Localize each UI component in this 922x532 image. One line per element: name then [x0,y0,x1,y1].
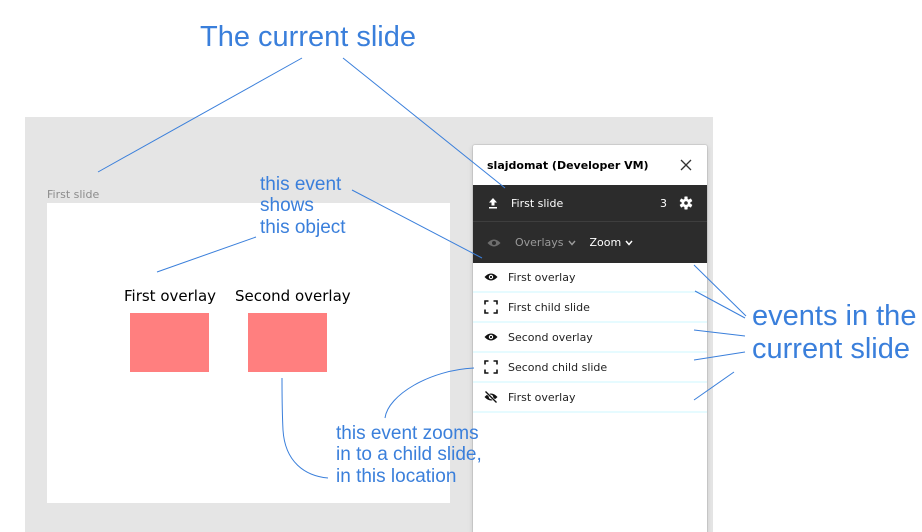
overlays-label: Overlays [515,236,564,249]
annotation-line: shows [260,195,314,217]
filter-bar: Overlays Zoom [473,222,707,263]
annotation-line: in this location [336,465,457,487]
event-row[interactable]: First child slide [473,293,707,323]
second-overlay-label[interactable]: Second overlay [235,287,351,305]
event-list: First overlay First child slide Second o… [473,263,707,413]
plugin-panel: slajdomat (Developer VM) First slide 3 O… [473,145,707,532]
event-label: Second child slide [508,360,608,374]
annotation-shows-object: this event shows this object [260,174,346,238]
event-row[interactable]: Second child slide [473,353,707,383]
annotation-title: The current slide [200,21,416,53]
event-row[interactable]: First overlay [473,263,707,293]
annotation-line: this event zooms [336,423,479,444]
panel-header: slajdomat (Developer VM) [473,145,707,185]
first-overlay-label[interactable]: First overlay [124,287,216,305]
eye-off-icon [484,390,498,404]
event-label: First child slide [508,300,590,314]
event-row[interactable]: Second overlay [473,323,707,353]
expand-icon [484,360,498,374]
zoom-dropdown[interactable]: Zoom [590,236,634,249]
annotation-line: current slide [752,333,910,366]
first-overlay-rect[interactable] [130,313,209,372]
close-icon[interactable] [679,158,693,172]
annotation-line: in to a child slide, [336,444,482,466]
annotation-line: this event [260,174,342,195]
event-label: Second overlay [508,330,593,344]
current-slide-name[interactable]: First slide [511,197,660,210]
eye-icon [484,333,498,341]
event-label: First overlay [508,390,576,404]
zoom-label: Zoom [589,236,622,249]
annotation-zoom-child: this event zooms in to a child slide, in… [336,423,482,487]
eye-icon [484,273,498,281]
expand-icon [484,300,498,314]
annotation-line: this object [260,216,346,238]
chevron-down-icon [567,240,576,246]
event-row[interactable]: First overlay [473,383,707,413]
annotation-events: events in the current slide [752,300,916,366]
annotation-line: events in the [752,300,917,332]
upload-icon[interactable] [487,197,499,209]
gear-icon[interactable] [679,196,693,210]
eye-icon[interactable] [487,238,501,248]
event-label: First overlay [508,270,576,284]
chevron-down-icon [625,240,633,246]
overlays-dropdown[interactable]: Overlays [515,236,576,249]
second-overlay-rect[interactable] [248,313,327,372]
panel-title: slajdomat (Developer VM) [487,158,649,172]
current-slide-bar: First slide 3 [473,185,707,222]
frame-label[interactable]: First slide [47,188,99,201]
event-count: 3 [660,196,667,210]
